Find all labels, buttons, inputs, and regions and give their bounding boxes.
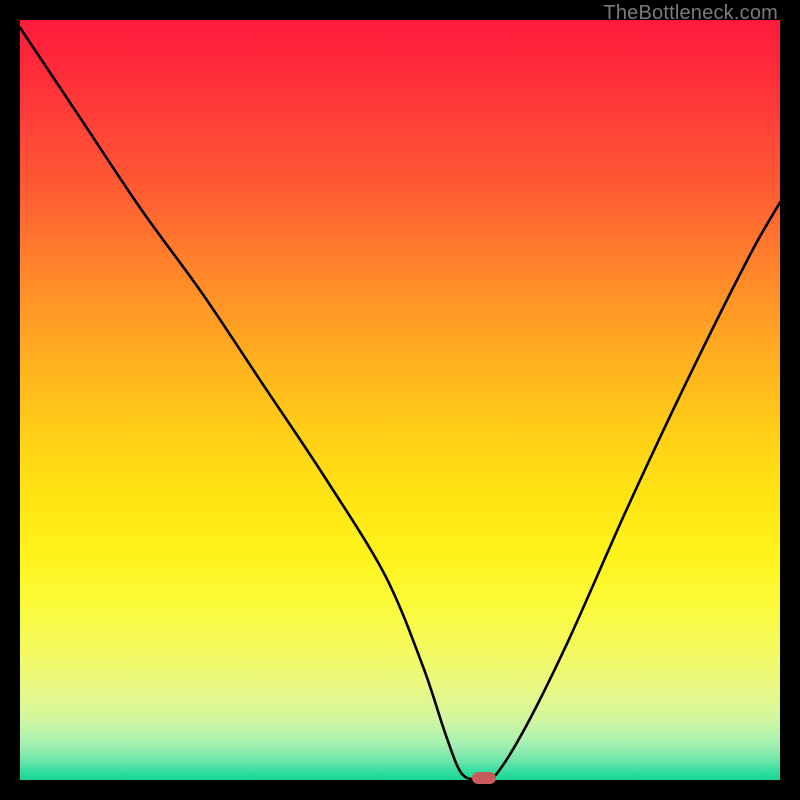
minimum-marker bbox=[472, 772, 496, 784]
curve-svg bbox=[20, 20, 780, 780]
watermark-text: TheBottleneck.com bbox=[603, 2, 778, 25]
plot-area bbox=[20, 20, 780, 780]
bottleneck-curve bbox=[20, 28, 780, 780]
chart-container: TheBottleneck.com bbox=[0, 0, 800, 800]
